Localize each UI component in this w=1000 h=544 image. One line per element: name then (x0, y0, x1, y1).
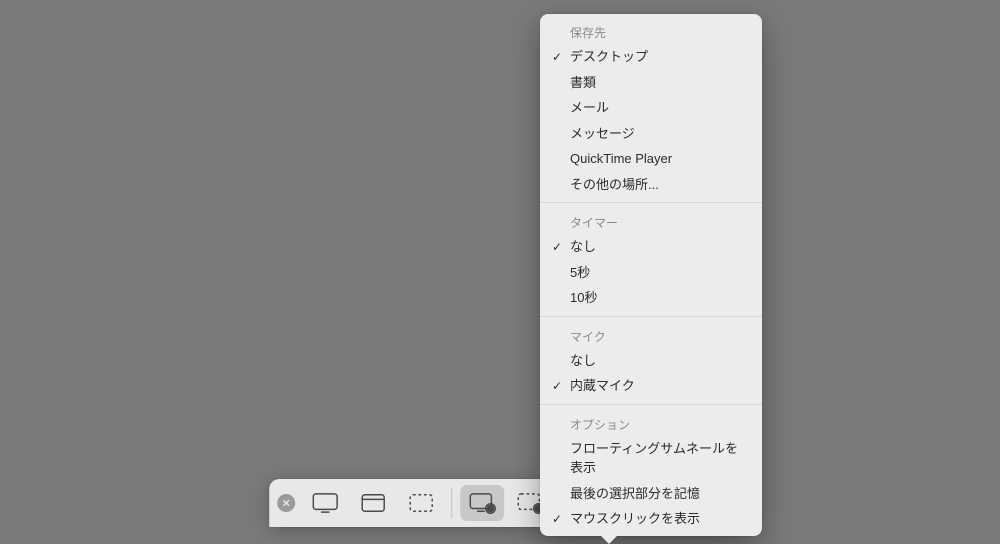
menu-section-header: マイク (540, 322, 762, 348)
toolbar-divider (451, 488, 452, 518)
menu-item-label: メッセージ (570, 126, 635, 141)
menu-item[interactable]: 書類 (540, 70, 762, 96)
menu-separator (540, 316, 762, 317)
menu-item-label: 最後の選択部分を記憶 (570, 486, 700, 501)
menu-item[interactable]: QuickTime Player (540, 146, 762, 172)
check-icon: ✓ (552, 510, 562, 528)
screen-icon (311, 492, 339, 514)
capture-entire-screen-button[interactable] (303, 485, 347, 521)
menu-section-header: 保存先 (540, 18, 762, 44)
menu-separator (540, 202, 762, 203)
close-button[interactable] (277, 494, 295, 512)
menu-item[interactable]: フローティングサムネールを表示 (540, 436, 762, 481)
options-popover: 保存先 ✓ デスクトップ書類メールメッセージ QuickTime Player その他の… (540, 14, 762, 536)
menu-section-header: タイマー (540, 208, 762, 234)
menu-item-label: その他の場所... (570, 177, 659, 192)
record-screen-icon (468, 492, 496, 514)
menu-item[interactable]: ✓ マウスクリックを表示 (540, 506, 762, 532)
menu-section-header: オプション (540, 410, 762, 436)
menu-item-label: なし (570, 239, 596, 254)
menu-item[interactable]: ✓ デスクトップ (540, 44, 762, 70)
menu-item[interactable]: 5秒 (540, 260, 762, 286)
menu-item-label: QuickTime Player (570, 151, 672, 166)
check-icon: ✓ (552, 377, 562, 395)
menu-item-label: デスクトップ (570, 49, 648, 64)
menu-item-label: 5秒 (570, 265, 590, 280)
close-icon (282, 499, 290, 507)
check-icon: ✓ (552, 238, 562, 256)
menu-item[interactable]: ✓ なし (540, 234, 762, 260)
capture-window-button[interactable] (351, 485, 395, 521)
menu-separator (540, 404, 762, 405)
menu-item[interactable]: メッセージ (540, 121, 762, 147)
menu-item-label: 内蔵マイク (570, 378, 635, 393)
menu-item-label: マウスクリックを表示 (570, 511, 700, 526)
record-entire-screen-button[interactable] (460, 485, 504, 521)
menu-item-label: フローティングサムネールを表示 (570, 441, 738, 476)
selection-icon (407, 492, 435, 514)
menu-item[interactable]: 最後の選択部分を記憶 (540, 481, 762, 507)
window-icon (359, 492, 387, 514)
menu-item[interactable]: 10秒 (540, 285, 762, 311)
check-icon: ✓ (552, 48, 562, 66)
menu-item[interactable]: なし (540, 348, 762, 374)
menu-item-label: メール (570, 100, 609, 115)
menu-item-label: なし (570, 353, 596, 368)
menu-item[interactable]: ✓ 内蔵マイク (540, 373, 762, 399)
menu-item[interactable]: その他の場所... (540, 172, 762, 198)
menu-item[interactable]: メール (540, 95, 762, 121)
menu-item-label: 10秒 (570, 290, 597, 305)
capture-selection-button[interactable] (399, 485, 443, 521)
menu-item-label: 書類 (570, 75, 596, 90)
